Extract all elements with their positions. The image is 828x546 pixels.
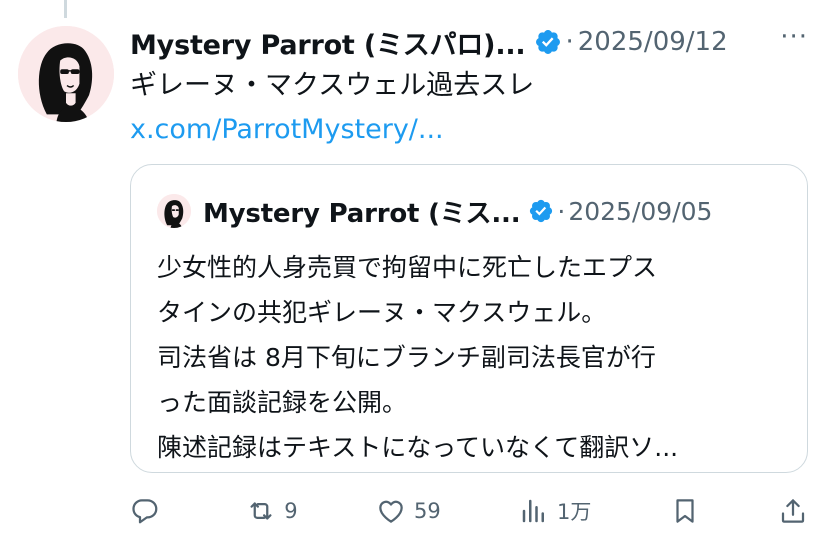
quoted-author-display-name: Mystery Parrot (ミス...: [203, 198, 521, 229]
heart-icon: [379, 500, 403, 523]
share-button[interactable]: [778, 496, 808, 526]
author-display-name[interactable]: Mystery Parrot (ミスパロ)...: [130, 23, 526, 62]
bookmark-button[interactable]: [670, 496, 700, 526]
tweet-text: ギレーヌ・マクスウェル過去スレ: [130, 70, 535, 101]
reply-icon: [132, 499, 158, 524]
avatar-illustration: [18, 26, 114, 122]
quoted-text-line: 陳述記録はテキストになっていなくて翻訳ソ...: [157, 433, 679, 462]
thread-connector-line: [64, 0, 67, 18]
bookmark-icon: [676, 499, 694, 523]
tweet-header: Mystery Parrot (ミスパロ)... · 2025/09/12 ··…: [130, 22, 808, 62]
share-icon: [781, 499, 805, 523]
quoted-text-line: 少女性的人身売買で拘留中に死亡したエプス: [157, 253, 658, 282]
tweet-date[interactable]: 2025/09/12: [578, 27, 728, 57]
quoted-avatar-illustration: [157, 194, 191, 228]
more-options-icon[interactable]: ···: [780, 24, 808, 60]
quoted-tweet[interactable]: Mystery Parrot (ミス... · 2025/09/05 少女性的人…: [130, 164, 808, 473]
author-avatar[interactable]: [18, 26, 114, 122]
like-count: 59: [413, 499, 441, 523]
quoted-text-line: 司法省は 8月下旬にブランチ副司法長官が行: [157, 343, 656, 372]
tweet-action-bar: 9 59 1万: [130, 490, 808, 532]
repost-button[interactable]: 9: [246, 496, 298, 526]
quoted-verified-badge-icon: [530, 199, 553, 223]
quoted-author-avatar: [157, 194, 191, 228]
quoted-tweet-text: 少女性的人身売買で拘留中に死亡したエプス タインの共犯ギレーヌ・マクスウェル。 …: [157, 245, 787, 470]
like-button[interactable]: 59: [376, 496, 441, 526]
views-button[interactable]: 1万: [519, 496, 591, 526]
quoted-header-separator: ·: [557, 196, 566, 226]
tweet-link[interactable]: x.com/ParrotMystery/...: [130, 110, 444, 150]
header-separator: ·: [565, 27, 574, 57]
reply-button[interactable]: [130, 496, 168, 526]
quoted-tweet-header: Mystery Parrot (ミス... · 2025/09/05: [157, 193, 712, 229]
quoted-tweet-date: 2025/09/05: [568, 196, 713, 226]
verified-badge-icon: [535, 30, 560, 54]
views-icon: [522, 499, 544, 523]
repost-icon: [250, 502, 272, 520]
quoted-text-line: タインの共犯ギレーヌ・マクスウェル。: [157, 298, 607, 327]
quoted-text-line: った面談記録を公開。: [157, 388, 408, 417]
repost-count: 9: [284, 499, 298, 523]
views-count: 1万: [557, 500, 592, 524]
